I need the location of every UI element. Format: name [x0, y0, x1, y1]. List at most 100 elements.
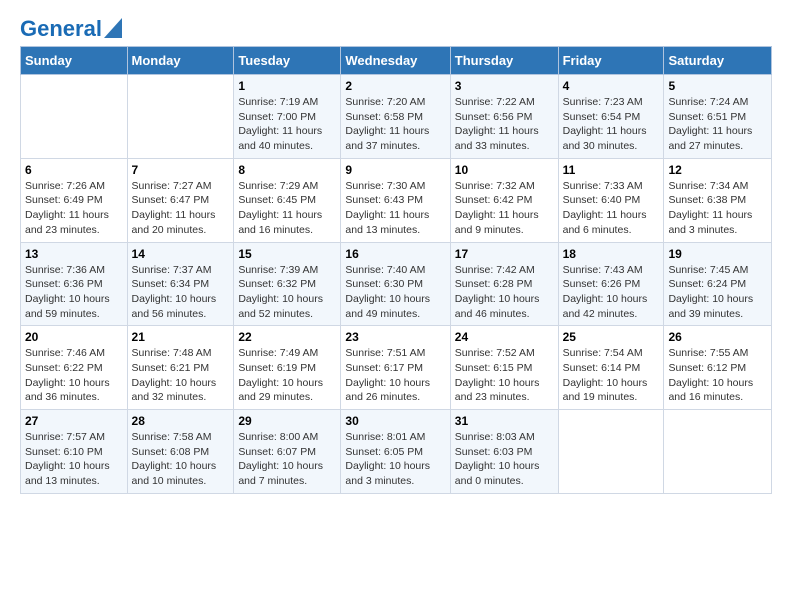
day-header-tuesday: Tuesday: [234, 47, 341, 75]
calendar-cell: 30Sunrise: 8:01 AMSunset: 6:05 PMDayligh…: [341, 410, 450, 494]
day-info: Sunrise: 7:57 AMSunset: 6:10 PMDaylight:…: [25, 430, 123, 489]
day-number: 23: [345, 330, 445, 344]
calendar-cell: 20 Sunrise: 7:46 AMSunset: 6:22 PMDayligh…: [21, 326, 128, 410]
calendar-cell: 23 Sunrise: 7:51 AMSunset: 6:17 PMDayligh…: [341, 326, 450, 410]
calendar-cell: 4 Sunrise: 7:23 AMSunset: 6:54 PMDaylight…: [558, 75, 664, 159]
day-header-sunday: Sunday: [21, 47, 128, 75]
day-number: 4: [563, 79, 660, 93]
calendar-cell: 18 Sunrise: 7:43 AMSunset: 6:26 PMDayligh…: [558, 242, 664, 326]
day-info: Sunrise: 7:34 AMSunset: 6:38 PMDaylight:…: [668, 179, 767, 238]
day-info: Sunrise: 7:24 AMSunset: 6:51 PMDaylight:…: [668, 95, 767, 154]
day-info: Sunrise: 7:22 AMSunset: 6:56 PMDaylight:…: [455, 95, 554, 154]
calendar-cell: 15 Sunrise: 7:39 AMSunset: 6:32 PMDayligh…: [234, 242, 341, 326]
logo-general: General: [20, 16, 102, 41]
day-number: 3: [455, 79, 554, 93]
day-info: Sunrise: 7:49 AMSunset: 6:19 PMDaylight:…: [238, 346, 336, 405]
day-info: Sunrise: 7:45 AMSunset: 6:24 PMDaylight:…: [668, 263, 767, 322]
logo-triangle-icon: [104, 18, 122, 38]
calendar-cell: 10Sunrise: 7:32 AMSunset: 6:42 PMDayligh…: [450, 158, 558, 242]
day-info: Sunrise: 7:58 AMSunset: 6:08 PMDaylight:…: [132, 430, 230, 489]
day-info: Sunrise: 7:51 AMSunset: 6:17 PMDaylight:…: [345, 346, 445, 405]
calendar-cell: 11Sunrise: 7:33 AMSunset: 6:40 PMDayligh…: [558, 158, 664, 242]
day-number: 26: [668, 330, 767, 344]
day-info: Sunrise: 7:39 AMSunset: 6:32 PMDaylight:…: [238, 263, 336, 322]
day-number: 19: [668, 247, 767, 261]
day-number: 21: [132, 330, 230, 344]
day-number: 18: [563, 247, 660, 261]
day-info: Sunrise: 8:00 AMSunset: 6:07 PMDaylight:…: [238, 430, 336, 489]
day-number: 22: [238, 330, 336, 344]
day-number: 5: [668, 79, 767, 93]
calendar-cell: [127, 75, 234, 159]
day-info: Sunrise: 7:23 AMSunset: 6:54 PMDaylight:…: [563, 95, 660, 154]
day-info: Sunrise: 7:52 AMSunset: 6:15 PMDaylight:…: [455, 346, 554, 405]
day-number: 12: [668, 163, 767, 177]
calendar-header-row: SundayMondayTuesdayWednesdayThursdayFrid…: [21, 47, 772, 75]
day-info: Sunrise: 7:43 AMSunset: 6:26 PMDaylight:…: [563, 263, 660, 322]
day-number: 16: [345, 247, 445, 261]
calendar-cell: [664, 410, 772, 494]
calendar-table: SundayMondayTuesdayWednesdayThursdayFrid…: [20, 46, 772, 494]
day-number: 29: [238, 414, 336, 428]
day-info: Sunrise: 7:26 AMSunset: 6:49 PMDaylight:…: [25, 179, 123, 238]
calendar-cell: 19 Sunrise: 7:45 AMSunset: 6:24 PMDayligh…: [664, 242, 772, 326]
day-info: Sunrise: 8:03 AMSunset: 6:03 PMDaylight:…: [455, 430, 554, 489]
day-number: 15: [238, 247, 336, 261]
day-number: 11: [563, 163, 660, 177]
calendar-cell: 1 Sunrise: 7:19 AMSunset: 7:00 PMDaylight…: [234, 75, 341, 159]
day-number: 2: [345, 79, 445, 93]
calendar-cell: [558, 410, 664, 494]
calendar-cell: 24Sunrise: 7:52 AMSunset: 6:15 PMDayligh…: [450, 326, 558, 410]
day-number: 20: [25, 330, 123, 344]
calendar-cell: 28 Sunrise: 7:58 AMSunset: 6:08 PMDayligh…: [127, 410, 234, 494]
day-header-saturday: Saturday: [664, 47, 772, 75]
day-number: 25: [563, 330, 660, 344]
calendar-week-row: 20 Sunrise: 7:46 AMSunset: 6:22 PMDayligh…: [21, 326, 772, 410]
calendar-week-row: 27 Sunrise: 7:57 AMSunset: 6:10 PMDayligh…: [21, 410, 772, 494]
calendar-cell: 14 Sunrise: 7:37 AMSunset: 6:34 PMDayligh…: [127, 242, 234, 326]
day-info: Sunrise: 7:20 AMSunset: 6:58 PMDaylight:…: [345, 95, 445, 154]
day-info: Sunrise: 7:48 AMSunset: 6:21 PMDaylight:…: [132, 346, 230, 405]
day-info: Sunrise: 7:37 AMSunset: 6:34 PMDaylight:…: [132, 263, 230, 322]
day-info: Sunrise: 7:55 AMSunset: 6:12 PMDaylight:…: [668, 346, 767, 405]
calendar-cell: 5 Sunrise: 7:24 AMSunset: 6:51 PMDaylight…: [664, 75, 772, 159]
page-header: General: [20, 16, 772, 38]
day-info: Sunrise: 7:29 AMSunset: 6:45 PMDaylight:…: [238, 179, 336, 238]
day-header-thursday: Thursday: [450, 47, 558, 75]
day-info: Sunrise: 7:27 AMSunset: 6:47 PMDaylight:…: [132, 179, 230, 238]
calendar-cell: 13Sunrise: 7:36 AMSunset: 6:36 PMDayligh…: [21, 242, 128, 326]
calendar-cell: [21, 75, 128, 159]
day-number: 10: [455, 163, 554, 177]
calendar-cell: 17Sunrise: 7:42 AMSunset: 6:28 PMDayligh…: [450, 242, 558, 326]
day-number: 6: [25, 163, 123, 177]
day-number: 27: [25, 414, 123, 428]
calendar-week-row: 1 Sunrise: 7:19 AMSunset: 7:00 PMDaylight…: [21, 75, 772, 159]
day-info: Sunrise: 7:19 AMSunset: 7:00 PMDaylight:…: [238, 95, 336, 154]
day-info: Sunrise: 7:30 AMSunset: 6:43 PMDaylight:…: [345, 179, 445, 238]
day-number: 9: [345, 163, 445, 177]
calendar-cell: 3 Sunrise: 7:22 AMSunset: 6:56 PMDaylight…: [450, 75, 558, 159]
calendar-week-row: 6 Sunrise: 7:26 AMSunset: 6:49 PMDaylight…: [21, 158, 772, 242]
calendar-cell: 22 Sunrise: 7:49 AMSunset: 6:19 PMDayligh…: [234, 326, 341, 410]
calendar-cell: 2 Sunrise: 7:20 AMSunset: 6:58 PMDaylight…: [341, 75, 450, 159]
day-number: 8: [238, 163, 336, 177]
calendar-cell: 8 Sunrise: 7:29 AMSunset: 6:45 PMDaylight…: [234, 158, 341, 242]
calendar-week-row: 13Sunrise: 7:36 AMSunset: 6:36 PMDayligh…: [21, 242, 772, 326]
day-number: 28: [132, 414, 230, 428]
calendar-cell: 6 Sunrise: 7:26 AMSunset: 6:49 PMDaylight…: [21, 158, 128, 242]
day-number: 30: [345, 414, 445, 428]
day-number: 14: [132, 247, 230, 261]
calendar-cell: 31Sunrise: 8:03 AMSunset: 6:03 PMDayligh…: [450, 410, 558, 494]
calendar-cell: 26 Sunrise: 7:55 AMSunset: 6:12 PMDayligh…: [664, 326, 772, 410]
logo-text: General: [20, 16, 102, 42]
calendar-cell: 7Sunrise: 7:27 AMSunset: 6:47 PMDaylight…: [127, 158, 234, 242]
day-info: Sunrise: 7:46 AMSunset: 6:22 PMDaylight:…: [25, 346, 123, 405]
calendar-cell: 12 Sunrise: 7:34 AMSunset: 6:38 PMDayligh…: [664, 158, 772, 242]
day-number: 1: [238, 79, 336, 93]
day-info: Sunrise: 7:42 AMSunset: 6:28 PMDaylight:…: [455, 263, 554, 322]
day-header-monday: Monday: [127, 47, 234, 75]
day-info: Sunrise: 7:36 AMSunset: 6:36 PMDaylight:…: [25, 263, 123, 322]
day-info: Sunrise: 7:54 AMSunset: 6:14 PMDaylight:…: [563, 346, 660, 405]
day-info: Sunrise: 7:40 AMSunset: 6:30 PMDaylight:…: [345, 263, 445, 322]
calendar-cell: 16 Sunrise: 7:40 AMSunset: 6:30 PMDayligh…: [341, 242, 450, 326]
